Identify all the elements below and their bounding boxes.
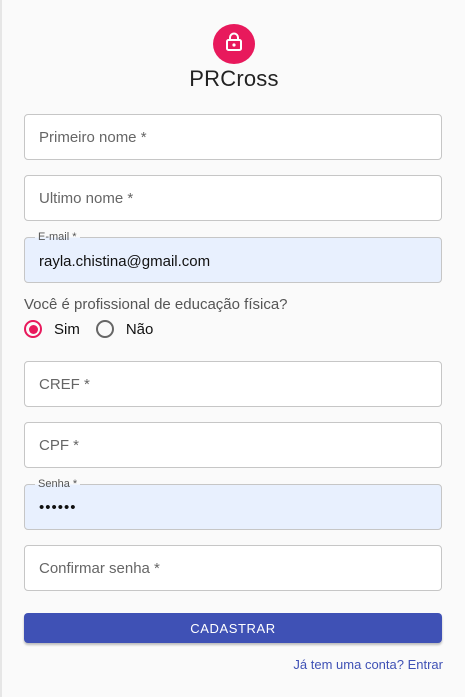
radio-nao-label: Não [125,320,154,338]
email-value: rayla.chistina@gmail.com [39,253,211,270]
email-label: E-mail * [35,231,80,244]
cref-field[interactable]: CREF * [24,361,442,407]
radio-unchecked-icon[interactable] [95,320,114,338]
cpf-placeholder: CPF * [39,437,80,454]
password-field[interactable]: Senha * •••••• [24,478,442,530]
confirm-password-field[interactable]: Confirmar senha * [24,545,442,591]
app-title: PRCross [189,66,279,91]
radio-checked-icon[interactable] [24,320,42,338]
cpf-field[interactable]: CPF * [24,422,442,468]
first-name-placeholder: Primeiro nome * [39,129,147,146]
first-name-field[interactable]: Primeiro nome * [24,114,442,160]
professional-question: Você é profissional de educação física? [24,296,288,313]
radio-sim-label: Sim [54,320,80,338]
password-value: •••••• [39,499,77,516]
last-name-placeholder: Ultimo nome * [39,190,134,207]
signin-link[interactable]: Já tem uma conta? Entrar [293,657,443,672]
radio-nao[interactable]: Não [95,320,154,338]
register-button[interactable]: CADASTRAR [24,613,442,643]
last-name-field[interactable]: Ultimo nome * [24,175,442,221]
password-label: Senha * [35,478,81,491]
window-edge [0,0,2,697]
confirm-password-placeholder: Confirmar senha * [39,560,160,577]
cref-placeholder: CREF * [39,376,90,393]
email-field[interactable]: E-mail * rayla.chistina@gmail.com [24,231,442,283]
lock-avatar [213,24,255,64]
lock-icon [225,32,243,57]
professional-radio-group: Sim Não [24,318,153,340]
radio-sim[interactable]: Sim [24,320,80,338]
